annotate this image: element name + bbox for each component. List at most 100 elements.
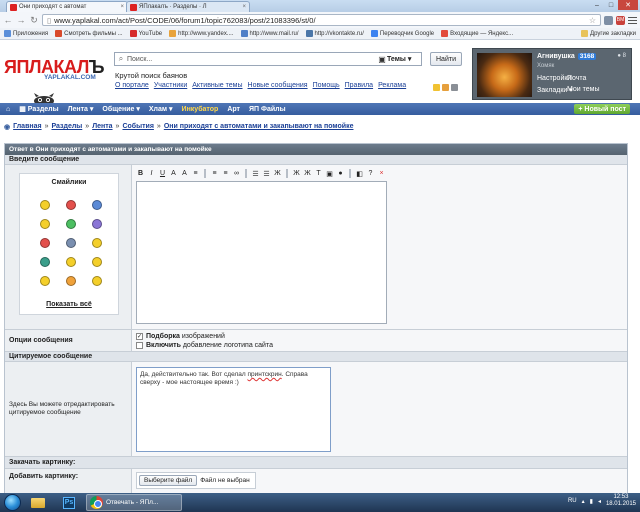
editor-tool-button[interactable]: ● <box>336 169 345 178</box>
volume-icon[interactable]: ◂ <box>598 498 601 505</box>
top-link[interactable]: Новые сообщения <box>248 82 308 89</box>
show-all-smilies-link[interactable]: Показать всё <box>20 301 118 308</box>
top-link[interactable]: Помощь <box>313 82 340 89</box>
tab-close-icon[interactable]: × <box>242 4 246 10</box>
notification-count[interactable]: ● 8 <box>617 53 626 59</box>
editor-tool-button[interactable]: T <box>314 169 323 178</box>
search-input[interactable]: Поиск... <box>127 56 377 63</box>
gallery-checkbox[interactable]: ✓ <box>136 333 143 340</box>
taskbar-photoshop[interactable]: Ps <box>55 494 83 511</box>
breadcrumb-topic[interactable]: Они приходят с автоматами и закапывают н… <box>164 123 354 131</box>
editor-tool-button[interactable]: ▣ <box>325 169 334 178</box>
editor-tool-button[interactable]: A <box>169 169 178 178</box>
option-logo[interactable]: Включить добавление логотипа сайта <box>136 342 623 349</box>
top-link[interactable]: Правила <box>345 82 373 89</box>
language-indicator[interactable]: RU <box>568 498 577 504</box>
editor-tool-button[interactable]: Ж <box>273 169 282 178</box>
smiley-cool-icon[interactable] <box>92 200 102 210</box>
top-link[interactable]: О портале <box>115 82 149 89</box>
top-link[interactable]: Участники <box>154 82 187 89</box>
new-post-button[interactable]: + Новый пост <box>574 104 630 114</box>
bookmark-item[interactable]: http://www.mail.ru/ <box>240 30 299 37</box>
tray-arrow-icon[interactable]: ▴ <box>582 498 585 505</box>
smiley-crazy-icon[interactable] <box>40 276 50 286</box>
file-input[interactable]: Выберите файл Файл не выбран <box>136 472 256 489</box>
editor-tool-button[interactable]: A <box>180 169 189 178</box>
site-logo[interactable]: ЯПЛАКАЛЪ YAPLAKAL.COM <box>4 57 105 106</box>
bookmark-item[interactable]: Входящие — Яндекс... <box>441 30 513 37</box>
top-link[interactable]: Реклама <box>378 82 406 89</box>
nav-talk[interactable]: Общение ▾ <box>102 105 139 113</box>
smiley-wink-icon[interactable] <box>40 219 50 229</box>
nav-feed[interactable]: Лента ▾ <box>68 105 94 113</box>
bookmark-item[interactable]: http://www.yandex.... <box>169 30 234 37</box>
smiley-drink-icon[interactable] <box>92 238 102 248</box>
bookmark-item[interactable]: Приложения <box>4 30 48 37</box>
other-bookmarks[interactable]: Другие закладки <box>581 30 636 37</box>
smiley-gun-icon[interactable] <box>40 238 50 248</box>
nav-files[interactable]: ЯП Файлы <box>249 106 286 113</box>
clip-icon[interactable] <box>451 84 458 91</box>
extension-badge-icon[interactable]: BM <box>616 15 625 25</box>
nav-sections[interactable]: ▦ Разделы <box>19 105 58 113</box>
search-button[interactable]: Найти <box>430 52 462 66</box>
camera-icon[interactable]: ▣ <box>377 55 387 64</box>
breadcrumb-events[interactable]: События <box>122 123 153 131</box>
star-icon[interactable] <box>433 84 440 91</box>
editor-tool-button[interactable]: I <box>147 169 156 178</box>
bookmark-item[interactable]: YouTube <box>129 30 162 37</box>
search-scope-select[interactable]: Темы ▾ <box>387 55 421 63</box>
tab-close-icon[interactable]: × <box>120 4 124 10</box>
smiley-dance-icon[interactable] <box>66 257 76 267</box>
breadcrumb-home[interactable]: Главная <box>13 123 41 131</box>
smiley-hat-icon[interactable] <box>66 238 76 248</box>
taskbar-chrome[interactable]: Отвечать - ЯПл... <box>86 494 182 511</box>
address-bar[interactable]: ▯ www.yaplakal.com/act/Post/CODE/06/foru… <box>42 14 601 26</box>
smiley-angry-icon[interactable] <box>66 200 76 210</box>
editor-tool-button[interactable]: B <box>136 169 145 178</box>
editor-tool-button[interactable]: ☰ <box>251 169 260 178</box>
start-button[interactable] <box>4 494 21 511</box>
smiley-glasses-icon[interactable] <box>92 257 102 267</box>
quote-textarea[interactable]: Да, действительно так. Вот сделал принтс… <box>136 367 331 452</box>
smiley-laugh-icon[interactable] <box>66 276 76 286</box>
smiley-pointer-icon[interactable] <box>92 276 102 286</box>
editor-tool-button[interactable]: ≡ <box>191 169 200 178</box>
logo-checkbox[interactable] <box>136 342 143 349</box>
maximize-button[interactable]: □ <box>604 0 618 10</box>
editor-tool-button[interactable]: ≡ <box>210 169 219 178</box>
bookmark-item[interactable]: http://vkontakte.ru/ <box>305 30 364 37</box>
back-icon[interactable]: ← <box>3 15 13 25</box>
network-icon[interactable]: ▮ <box>590 498 593 505</box>
breadcrumb-sections[interactable]: Разделы <box>51 123 82 131</box>
tab-active[interactable]: Они приходят с автомат × <box>6 1 128 12</box>
my-topics-link[interactable]: Мои темы <box>567 86 600 93</box>
choose-file-button[interactable]: Выберите файл <box>139 475 198 486</box>
editor-tool-button[interactable]: ≡ <box>221 169 230 178</box>
minimize-button[interactable]: – <box>590 0 604 10</box>
forward-icon[interactable]: → <box>16 15 26 25</box>
editor-tool-button[interactable]: Ж <box>303 169 312 178</box>
bookmark-item[interactable]: Смотреть фильмы ... <box>55 30 123 37</box>
editor-tool-button[interactable]: ∞ <box>232 169 241 178</box>
option-gallery[interactable]: ✓ Подборка изображений <box>136 333 623 340</box>
close-button[interactable]: ✕ <box>618 0 638 10</box>
editor-tool-button[interactable]: U <box>158 169 167 178</box>
menu-icon[interactable] <box>628 16 637 25</box>
avatar[interactable] <box>477 53 532 97</box>
smiley-sad-icon[interactable] <box>92 219 102 229</box>
editor-tool-button[interactable]: × <box>377 169 386 178</box>
reload-icon[interactable]: ↻ <box>29 15 39 25</box>
bookmark-item[interactable]: Переводчик Google <box>370 30 434 37</box>
clock[interactable]: 12:53 18.01.2015 <box>606 494 636 508</box>
tab-inactive[interactable]: ЯПлакалъ · Разделы · Л × <box>126 1 250 12</box>
nav-art[interactable]: Арт <box>227 106 240 113</box>
smiley-smile-icon[interactable] <box>40 200 50 210</box>
taskbar-explorer[interactable] <box>24 494 52 511</box>
rss-icon[interactable] <box>442 84 449 91</box>
smiley-tongue-icon[interactable] <box>66 219 76 229</box>
breadcrumb-feed[interactable]: Лента <box>92 123 112 131</box>
editor-tool-button[interactable]: ◧ <box>355 169 364 178</box>
nav-incubator[interactable]: Инкубатор <box>182 106 219 113</box>
smiley-ninja-icon[interactable] <box>40 257 50 267</box>
